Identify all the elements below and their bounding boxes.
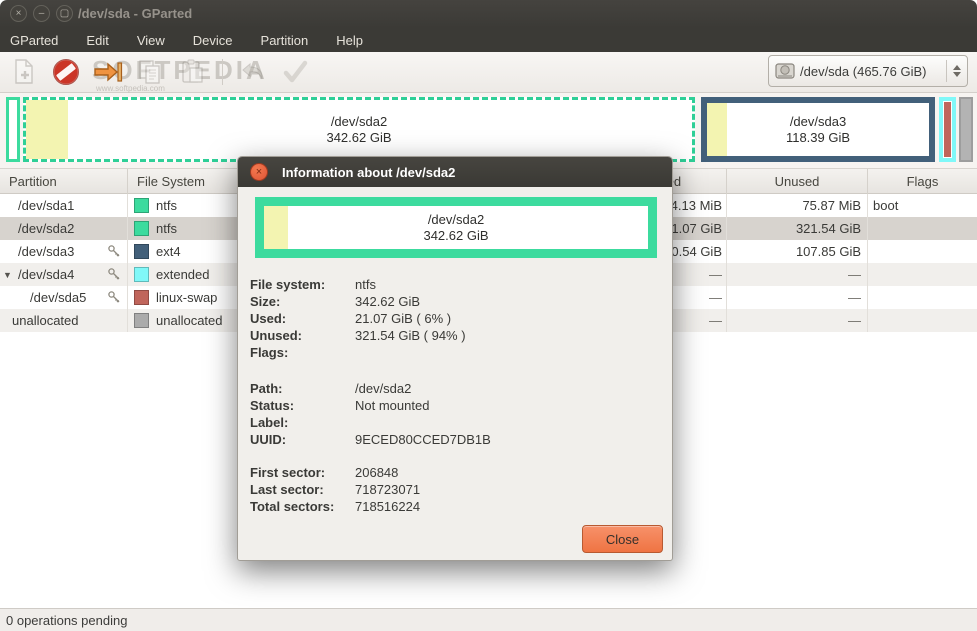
menubar: GParted Edit View Device Partition Help: [0, 28, 977, 52]
delete-partition-icon[interactable]: [50, 57, 82, 87]
diskbar-partition-sda1[interactable]: [6, 97, 20, 162]
locked-key-icon: [107, 267, 122, 282]
diskbar-partition-sda2[interactable]: /dev/sda2342.62 GiB: [23, 97, 695, 162]
device-spinner-icon[interactable]: [946, 60, 961, 82]
device-selector-value: /dev/sda (465.76 GiB): [800, 64, 946, 79]
window-controls: × – ▢: [10, 5, 73, 22]
diskbar-partition-sda4-extended[interactable]: [939, 97, 956, 162]
dialog-filesystem-info: File system:ntfs Size:342.62 GiB Used:21…: [250, 276, 660, 361]
fs-color-swatch: [134, 313, 149, 328]
undo-icon[interactable]: [237, 57, 269, 87]
locked-key-icon: [107, 244, 122, 259]
partition-label: /dev/sda2342.62 GiB: [26, 100, 692, 159]
column-header-partition: Partition: [0, 169, 128, 194]
fs-color-swatch: [134, 221, 149, 236]
menu-device[interactable]: Device: [193, 30, 247, 51]
hard-disk-icon: [775, 63, 795, 79]
toolbar: SOFTPEDIA www.softpedia.com: [0, 52, 977, 93]
dialog-partition-graphic: /dev/sda2342.62 GiB: [255, 197, 657, 258]
partition-label: /dev/sda2342.62 GiB: [264, 206, 648, 249]
window-title: /dev/sda - GParted: [78, 6, 192, 21]
copy-icon[interactable]: [134, 57, 166, 87]
dialog-sector-info: First sector:206848 Last sector:71872307…: [250, 464, 660, 515]
toolbar-separator: [222, 59, 223, 85]
operations-pending-text: 0 operations pending: [6, 613, 127, 628]
menu-gparted[interactable]: GParted: [10, 30, 72, 51]
menu-help[interactable]: Help: [336, 30, 377, 51]
device-selector[interactable]: /dev/sda (465.76 GiB): [768, 55, 968, 87]
menu-partition[interactable]: Partition: [261, 30, 323, 51]
fs-color-swatch: [134, 267, 149, 282]
column-header-unused: Unused: [727, 169, 868, 194]
menu-edit[interactable]: Edit: [86, 30, 122, 51]
close-window-icon[interactable]: ×: [10, 5, 27, 22]
paste-icon[interactable]: [176, 57, 208, 87]
dialog-titlebar: × Information about /dev/sda2: [238, 157, 672, 187]
apply-icon[interactable]: [279, 57, 311, 87]
menu-view[interactable]: View: [137, 30, 179, 51]
dialog-close-icon[interactable]: ×: [250, 163, 268, 181]
titlebar: × – ▢ /dev/sda - GParted: [0, 0, 977, 28]
locked-key-icon: [107, 290, 122, 305]
maximize-window-icon[interactable]: ▢: [56, 5, 73, 22]
dialog-title: Information about /dev/sda2: [282, 165, 455, 180]
column-header-flags: Flags: [868, 169, 977, 194]
resize-move-icon[interactable]: [92, 57, 124, 87]
expander-icon[interactable]: ▼: [3, 270, 12, 280]
gparted-window: × – ▢ /dev/sda - GParted GParted Edit Vi…: [0, 0, 977, 631]
partition-label: /dev/sda3118.39 GiB: [707, 103, 929, 156]
dialog-path-info: Path:/dev/sda2 Status:Not mounted Label:…: [250, 380, 660, 448]
column-header-file-system: File System: [128, 169, 245, 194]
minimize-window-icon[interactable]: –: [33, 5, 50, 22]
diskbar-partition-sda3[interactable]: /dev/sda3118.39 GiB: [701, 97, 935, 162]
fs-color-swatch: [134, 198, 149, 213]
fs-color-swatch: [134, 244, 149, 259]
new-partition-icon[interactable]: [8, 57, 40, 87]
diskbar-unallocated[interactable]: [959, 97, 973, 162]
close-button[interactable]: Close: [582, 525, 663, 553]
statusbar: 0 operations pending: [0, 608, 977, 631]
information-dialog: × Information about /dev/sda2 /dev/sda23…: [237, 156, 673, 561]
fs-color-swatch: [134, 290, 149, 305]
